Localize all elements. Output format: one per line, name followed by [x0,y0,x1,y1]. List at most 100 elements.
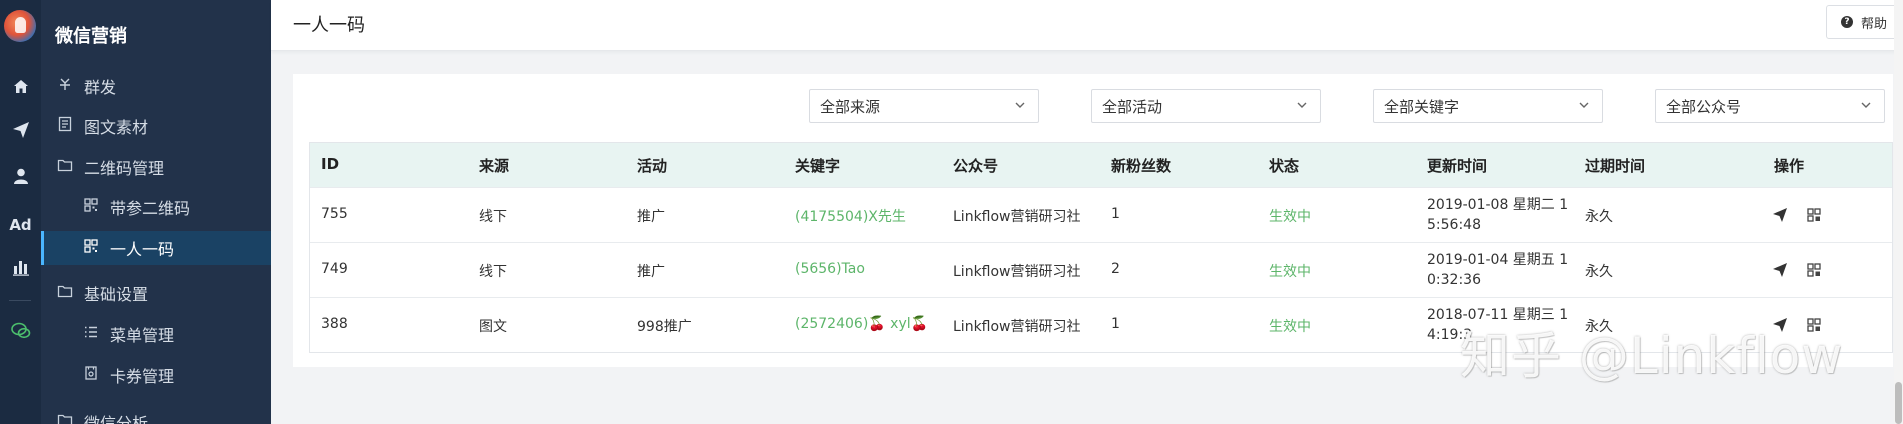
table-row: 749 线下 推广 (5656)Tao Linkflow营销研习社 2 生效中 … [310,242,1892,297]
main-content: 一人一码 ? 帮助 全部来源 全部活动 全部关键字 全部公众号 ID 来源 活动… [271,0,1903,424]
icon-rail: Ad [0,0,41,424]
cell-source: 图文 [479,319,507,335]
sidebar-item-label: 图文素材 [84,118,149,137]
help-button[interactable]: ? 帮助 [1826,5,1903,39]
column-header-status: 状态 [1269,157,1300,175]
cell-source: 线下 [479,209,507,225]
wechat-icon[interactable] [0,322,41,344]
chart-icon[interactable] [0,258,41,280]
cell-account: Linkflow营销研习社 [953,319,1081,335]
cell-new-fans: 1 [1111,316,1120,332]
cell-keyword-link[interactable]: (5656)Tao [795,261,865,277]
sidebar-item-articles[interactable]: 图文素材 [41,109,271,143]
column-header-source: 来源 [479,157,510,175]
sidebar-item-label: 微信分析 [84,414,149,424]
qrcode-icon [80,238,102,258]
cell-updated-line1: 2019-01-04 星期五 1 [1427,252,1569,268]
coupon-icon [80,365,102,385]
cell-id: 388 [321,316,348,332]
cell-account: Linkflow营销研习社 [953,264,1081,280]
column-header-id: ID [321,155,340,173]
user-icon[interactable] [0,167,41,189]
sidebar-item-one-person-one-code[interactable]: 一人一码 [41,231,271,265]
chevron-down-icon [1297,102,1307,108]
account-filter-select[interactable]: 全部公众号 [1655,89,1885,123]
help-icon: ? [1841,16,1853,28]
chevron-down-icon [1861,102,1871,108]
cell-updated: 2019-01-04 星期五 1 0:32:36 [1427,250,1577,290]
sidebar-item-broadcast[interactable]: 群发 [41,69,271,103]
folder-icon [54,412,76,424]
column-header-account: 公众号 [953,157,999,175]
app-window: Ad 微信营销 群发 图文素材 二维码管理 带参二维码 一人一码 基础设置 菜单… [0,0,1903,424]
app-logo[interactable] [4,10,36,42]
sidebar-item-wechat-analysis[interactable]: 微信分析 [41,405,271,424]
vertical-scrollbar[interactable] [1894,0,1903,424]
cell-keyword-link[interactable]: (4175504)X先生 [795,206,906,226]
chevron-down-icon [1579,102,1589,108]
cell-updated: 2019-01-08 星期二 1 5:56:48 [1427,195,1577,235]
column-header-expire: 过期时间 [1585,157,1646,175]
keyword-filter-select[interactable]: 全部关键字 [1373,89,1603,123]
table-row: 755 线下 推广 (4175504)X先生 Linkflow营销研习社 1 生… [310,187,1892,242]
send-icon[interactable] [1772,207,1788,223]
source-filter-value: 全部来源 [820,97,881,116]
scrollbar-thumb[interactable] [1895,382,1902,424]
sidebar-item-label: 一人一码 [110,240,175,259]
sidebar: 微信营销 群发 图文素材 二维码管理 带参二维码 一人一码 基础设置 菜单管理 … [41,0,271,424]
sidebar-item-label: 二维码管理 [84,159,165,178]
cell-updated-line1: 2019-01-08 星期二 1 [1427,197,1569,213]
column-header-keyword: 关键字 [795,157,841,175]
account-filter-value: 全部公众号 [1666,97,1742,116]
cell-account: Linkflow营销研习社 [953,209,1081,225]
sidebar-item-menu-management[interactable]: 菜单管理 [41,317,271,351]
column-header-activity: 活动 [637,157,668,175]
sidebar-item-label: 菜单管理 [110,326,175,345]
cell-updated-line2: 0:32:36 [1427,272,1481,288]
status-badge: 生效中 [1269,319,1311,335]
column-header-actions: 操作 [1774,157,1805,175]
keyword-filter-value: 全部关键字 [1384,97,1460,116]
sidebar-item-qrcode-management[interactable]: 二维码管理 [41,150,271,184]
ad-label[interactable]: Ad [0,215,41,235]
activity-filter-select[interactable]: 全部活动 [1091,89,1321,123]
sidebar-item-basic-settings[interactable]: 基础设置 [41,276,271,310]
cell-expire: 永久 [1585,209,1613,225]
cell-expire: 永久 [1585,264,1613,280]
list-icon [80,324,102,344]
source-filter-select[interactable]: 全部来源 [809,89,1039,123]
send-icon[interactable] [0,121,41,143]
qrcode-icon[interactable] [1806,262,1822,278]
folder-icon [54,157,76,177]
help-label: 帮助 [1861,16,1888,32]
cell-updated-line2: 5:56:48 [1427,217,1481,233]
cell-source: 线下 [479,264,507,280]
page-header: 一人一码 ? 帮助 [271,0,1903,51]
sidebar-title: 微信营销 [55,26,127,47]
chevron-down-icon [1015,102,1025,108]
watermark: 知乎 @Linkflow [1460,327,1844,385]
cell-keyword-link[interactable]: (2572406)🍒 xyl🍒 [795,316,928,332]
cell-id: 749 [321,261,348,277]
folder-icon [54,283,76,303]
send-icon[interactable] [1772,262,1788,278]
page-title: 一人一码 [293,15,365,36]
cell-activity: 推广 [637,264,665,280]
qrcode-icon [80,197,102,217]
sidebar-item-param-qrcode[interactable]: 带参二维码 [41,190,271,224]
cell-new-fans: 1 [1111,206,1120,222]
sidebar-item-label: 基础设置 [84,285,149,304]
cell-new-fans: 2 [1111,261,1120,277]
cell-id: 755 [321,206,348,222]
document-icon [54,116,76,136]
status-badge: 生效中 [1269,264,1311,280]
sidebar-item-coupon-management[interactable]: 卡券管理 [41,358,271,392]
column-header-updated: 更新时间 [1427,157,1488,175]
activity-filter-value: 全部活动 [1102,97,1163,116]
sidebar-item-label: 带参二维码 [110,199,191,218]
qrcode-icon[interactable] [1806,207,1822,223]
cell-activity: 推广 [637,209,665,225]
home-icon[interactable] [0,78,41,100]
broadcast-icon [54,76,76,96]
status-badge: 生效中 [1269,209,1311,225]
